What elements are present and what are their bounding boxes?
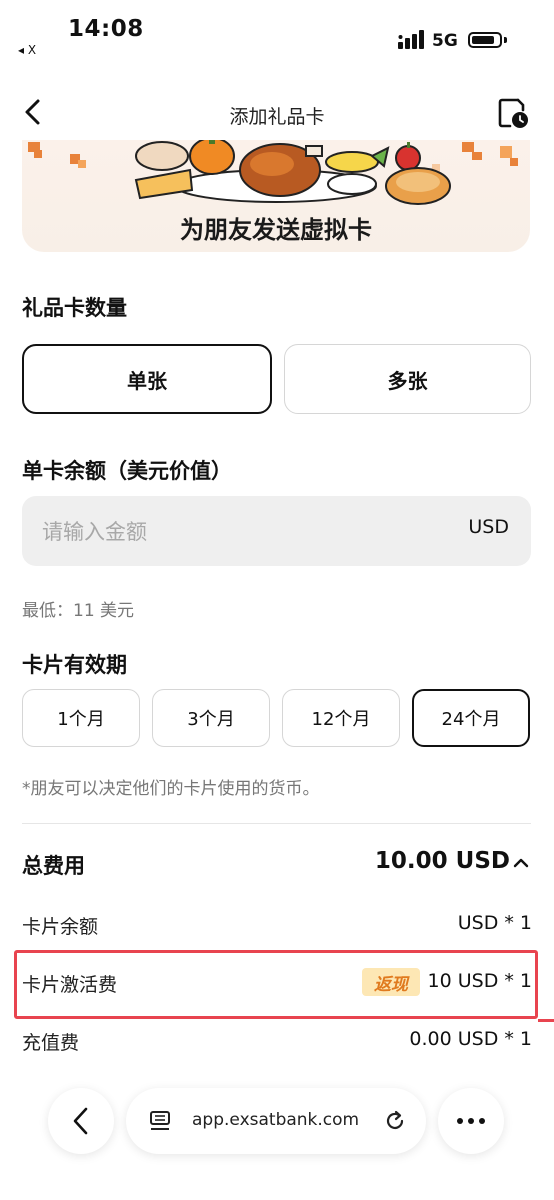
amount-unit: USD — [468, 516, 509, 538]
validity-option-1-month[interactable]: 1个月 — [22, 689, 140, 747]
total-fee-label: 总费用 — [22, 854, 85, 878]
highlight-annotation-tick — [538, 1019, 554, 1022]
single-card-label: 单张 — [127, 368, 167, 393]
amount-field[interactable]: USD — [22, 496, 531, 568]
validity-option-label: 12个月 — [311, 709, 371, 730]
quantity-section-title: 礼品卡数量 — [22, 296, 127, 320]
validity-option-3-months[interactable]: 3个月 — [152, 689, 270, 747]
validity-option-label: 1个月 — [57, 709, 105, 730]
battery-tip — [504, 37, 507, 43]
total-fee-value[interactable]: 10.00 USD — [375, 848, 510, 874]
topup-fee-label: 充值费 — [22, 1032, 80, 1054]
topup-fee-value: 0.00 USD * 1 — [409, 1028, 532, 1050]
minimum-amount-hint: 最低：11 美元 — [22, 601, 135, 621]
validity-option-24-months[interactable]: 24个月 — [412, 689, 530, 747]
more-icon — [457, 1118, 485, 1124]
url-text: app.exsatbank.com — [192, 1110, 360, 1130]
validity-section-title: 卡片有效期 — [22, 653, 127, 677]
status-time: 14:08 — [68, 16, 144, 42]
multiple-cards-label: 多张 — [387, 368, 428, 393]
highlight-annotation — [14, 950, 538, 1019]
amount-input[interactable] — [40, 496, 424, 568]
amount-section-title: 单卡余额（美元价值） — [22, 459, 232, 483]
browser-back-button[interactable] — [48, 1088, 114, 1154]
card-balance-value: USD * 1 — [457, 912, 532, 934]
signal-icon — [398, 30, 424, 49]
card-balance-label: 卡片余额 — [22, 916, 99, 938]
validity-option-12-months[interactable]: 12个月 — [282, 689, 400, 747]
reload-icon[interactable] — [382, 1108, 408, 1134]
battery-icon — [468, 32, 502, 48]
validity-option-label: 24个月 — [441, 709, 501, 730]
multiple-cards-option[interactable]: 多张 — [284, 344, 531, 414]
validity-option-label: 3个月 — [187, 709, 235, 730]
address-bar[interactable]: app.exsatbank.com — [126, 1088, 426, 1154]
page-title: 添加礼品卡 — [229, 106, 325, 128]
network-type: 5G — [432, 31, 458, 51]
history-icon[interactable] — [496, 96, 530, 130]
chevron-up-icon[interactable] — [512, 854, 530, 872]
section-divider — [22, 823, 531, 824]
page-menu-icon[interactable] — [148, 1109, 172, 1133]
single-card-option[interactable]: 单张 — [22, 344, 272, 414]
banner-title: 为朋友发送虚拟卡 — [180, 216, 372, 244]
currency-note: *朋友可以决定他们的卡片使用的货币。 — [22, 779, 320, 799]
back-to-app-link[interactable]: ◂ X — [18, 43, 36, 57]
more-options-button[interactable] — [438, 1088, 504, 1154]
back-arrow-icon — [73, 1107, 88, 1135]
